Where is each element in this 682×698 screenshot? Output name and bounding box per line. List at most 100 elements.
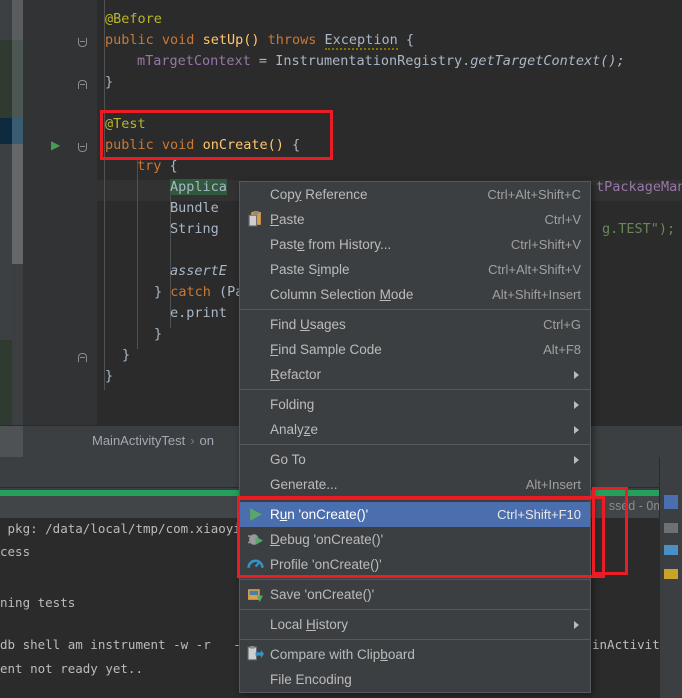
code-line: @Before (105, 9, 162, 30)
call-printstacktrace: e.print (170, 305, 227, 321)
menu-item-shortcut: Ctrl+Shift+V (510, 237, 581, 252)
ide-window: 20 21 22 23 24 25 26 27 28 29 30 31 32 3… (0, 0, 682, 698)
settings-icon[interactable] (664, 523, 678, 533)
menu-item-label: Analyze (270, 422, 319, 437)
menu-item-paste-simple[interactable]: Paste Simple Ctrl+Alt+Shift+V (240, 257, 590, 282)
chevron-right-icon (574, 370, 579, 379)
menu-icon-placeholder (240, 337, 270, 362)
menu-item-refactor[interactable]: Refactor (240, 362, 590, 387)
menu-item-find-usages[interactable]: Find Usages Ctrl+G (240, 312, 590, 337)
menu-item-paste-from-history[interactable]: Paste from History... Ctrl+Shift+V (240, 232, 590, 257)
code-line: } (105, 74, 114, 90)
code-line: } (105, 368, 114, 384)
menu-item-label: Compare with Clipboard (270, 647, 415, 662)
code-line: public void onCreate() { (105, 137, 301, 153)
chevron-right-icon (574, 455, 579, 464)
menu-icon-placeholder (240, 392, 270, 417)
annotation-test: @Test (105, 116, 146, 132)
menu-item-shortcut: Ctrl+G (543, 317, 581, 332)
menu-item-copy-reference[interactable]: Copy Reference Ctrl+Alt+Shift+C (240, 182, 590, 207)
editor-scrollbar-thumb[interactable] (12, 0, 23, 42)
type-bundle: Bundle (170, 200, 219, 216)
menu-item-shortcut: Ctrl+V (544, 212, 581, 227)
method-name-setup: setUp() (202, 32, 260, 48)
fold-marker-icon[interactable] (78, 80, 87, 89)
menu-item-paste[interactable]: Paste Ctrl+V (240, 207, 590, 232)
menu-item-folding[interactable]: Folding (240, 392, 590, 417)
menu-item-column-selection-mode[interactable]: Column Selection Mode Alt+Shift+Insert (240, 282, 590, 307)
fold-marker-icon[interactable] (78, 143, 87, 152)
indent-guide (104, 0, 105, 390)
menu-item-debug-oncreate[interactable]: Debug 'onCreate()' (240, 527, 590, 552)
call-assert: assertE (170, 263, 227, 279)
fold-marker-icon[interactable] (78, 38, 87, 47)
menu-separator (240, 499, 590, 500)
keyword-void: void (161, 32, 195, 48)
tail-test-string: g.TEST"); (602, 221, 676, 237)
menu-item-local-history[interactable]: Local History (240, 612, 590, 637)
breadcrumb-method[interactable]: on (200, 433, 214, 448)
menu-item-profile-oncreate[interactable]: Profile 'onCreate()' (240, 552, 590, 577)
breadcrumb-class[interactable]: MainActivityTest (92, 433, 185, 448)
fold-marker-icon[interactable] (78, 353, 87, 362)
annot-mark (0, 0, 12, 40)
menu-separator (240, 639, 590, 640)
menu-item-label: Paste (270, 212, 305, 227)
menu-item-compare-with-clipboard[interactable]: Compare with Clipboard (240, 642, 590, 667)
type-application: Applica (170, 179, 227, 195)
code-line: Bundle (170, 198, 219, 219)
method-name-oncreate: onCreate() (202, 137, 284, 153)
annot-mark (0, 118, 12, 144)
menu-item-label: Column Selection Mode (270, 287, 414, 302)
code-line: @Test (105, 114, 146, 135)
menu-item-save-oncreate[interactable]: Save 'onCreate()' (240, 582, 590, 607)
filter-icon[interactable] (664, 545, 678, 555)
chevron-right-icon (574, 400, 579, 409)
run-icon (240, 502, 270, 527)
menu-item-analyze[interactable]: Analyze (240, 417, 590, 442)
menu-item-label: Generate... (270, 477, 338, 492)
code-line: } catch (Pa (154, 284, 244, 300)
menu-item-run-oncreate[interactable]: Run 'onCreate()' Ctrl+Shift+F10 (240, 502, 590, 527)
menu-separator (240, 444, 590, 445)
profile-icon (240, 552, 270, 577)
export-icon[interactable] (664, 569, 678, 579)
keyword-catch: catch (170, 284, 211, 300)
menu-item-shortcut: Alt+Insert (525, 477, 581, 492)
editor-scrollbar-thumb[interactable] (12, 40, 23, 120)
compare-icon (240, 642, 270, 667)
menu-item-label: Folding (270, 397, 315, 412)
menu-item-label: Local History (270, 617, 349, 632)
editor-tab-stub[interactable] (0, 426, 23, 458)
menu-separator (240, 579, 590, 580)
menu-icon-placeholder (240, 447, 270, 472)
menu-item-label: Profile 'onCreate()' (270, 557, 382, 572)
run-window-side-toolbar[interactable] (659, 457, 682, 698)
keyword-try: try (137, 158, 162, 174)
menu-separator (240, 389, 590, 390)
paste-icon (240, 207, 270, 232)
code-line: } (122, 347, 131, 363)
keyword-public: public (105, 32, 154, 48)
menu-item-go-to[interactable]: Go To (240, 447, 590, 472)
menu-item-shortcut: Alt+Shift+Insert (492, 287, 581, 302)
menu-item-label: Paste Simple (270, 262, 350, 277)
console-line: db shell am instrument -w -r -e c (0, 637, 264, 652)
annotation-before: @Before (105, 11, 162, 27)
menu-item-generate[interactable]: Generate... Alt+Insert (240, 472, 590, 497)
run-test-gutter-icon[interactable]: ▶ (51, 139, 60, 151)
menu-item-find-sample-code[interactable]: Find Sample Code Alt+F8 (240, 337, 590, 362)
editor-context-menu[interactable]: Copy Reference Ctrl+Alt+Shift+C Paste Ctrl+… (239, 181, 591, 693)
rerun-icon[interactable] (664, 495, 678, 509)
menu-item-label: Save 'onCreate()' (270, 587, 375, 602)
editor-scrollbar-thumb[interactable] (12, 118, 23, 144)
breadcrumb-separator-icon: › (190, 433, 195, 448)
code-line: mTargetContext = InstrumentationRegistry… (137, 53, 625, 69)
editor-scrollbar-thumb[interactable] (12, 144, 23, 264)
expr-gettargetcontext: getTargetContext(); (470, 53, 625, 69)
code-line: public void setUp() throws Exception { (105, 32, 414, 50)
menu-item-file-encoding[interactable]: File Encoding (240, 667, 590, 692)
field-mtargetcontext: mTargetContext (137, 53, 251, 69)
breadcrumb[interactable]: MainActivityTest › on (92, 433, 214, 448)
console-line: pkg: /data/local/tmp/com.xiaoying. (0, 521, 264, 536)
